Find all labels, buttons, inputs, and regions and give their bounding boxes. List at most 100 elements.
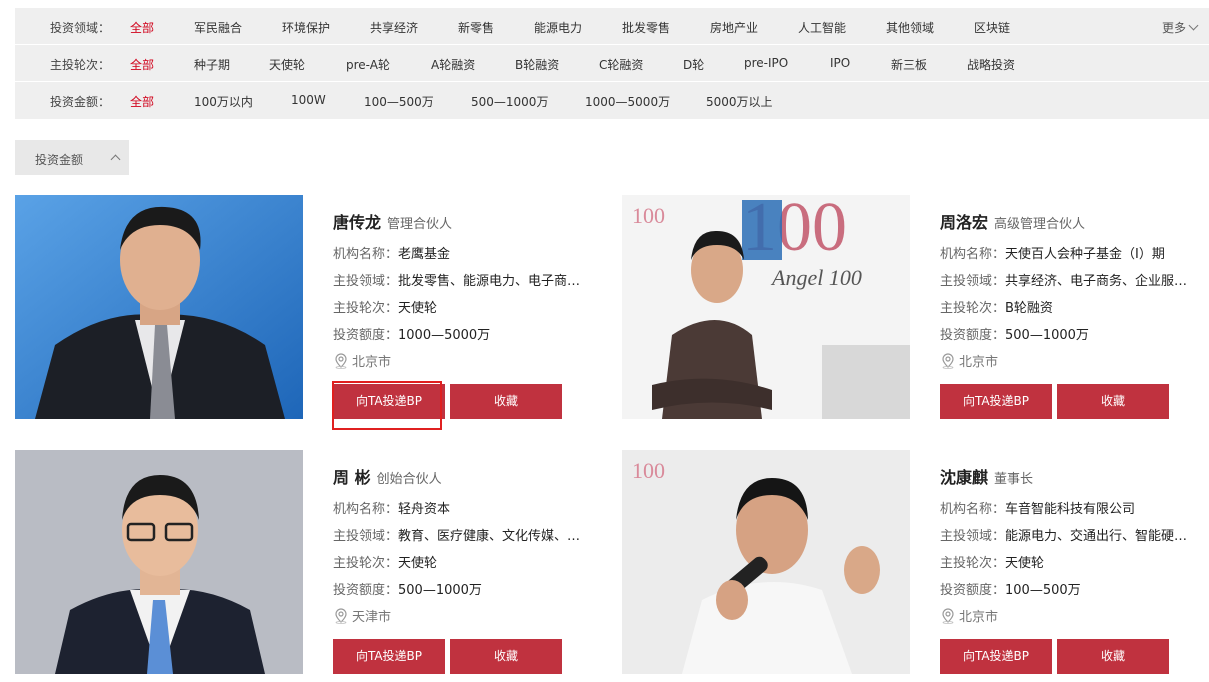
- filter-option[interactable]: 能源电力: [534, 19, 582, 36]
- investor-name[interactable]: 唐传龙: [333, 213, 381, 232]
- city: 北京市: [959, 610, 999, 625]
- favorite-button[interactable]: 收藏: [450, 384, 562, 419]
- investor-card: 100 沈康麒 董事长 机构名称：车音智能科技有限公司 主投领域：能源电力、交通出…: [622, 450, 1209, 682]
- org-label: 机构名称：: [940, 247, 1006, 262]
- send-bp-button[interactable]: 向TA投递BP: [333, 639, 445, 674]
- filter-label: 投资金额：: [50, 95, 111, 109]
- chevron-up-icon: [110, 154, 121, 165]
- filter-panel: 投资领域： 全部 军民融合 环境保护 共享经济 新零售 能源电力 批发零售 房地…: [15, 8, 1209, 119]
- filter-option[interactable]: 房地产业: [710, 19, 758, 36]
- investor-photo[interactable]: [15, 195, 303, 419]
- filter-option[interactable]: 种子期: [194, 56, 230, 73]
- filter-option[interactable]: 100—500万: [364, 93, 434, 110]
- filter-option[interactable]: 天使轮: [269, 56, 305, 73]
- filter-option[interactable]: 共享经济: [370, 19, 418, 36]
- location-pin-icon: [942, 353, 954, 369]
- investor-photo[interactable]: [15, 450, 303, 674]
- location: 北京市: [940, 351, 998, 370]
- filter-option-all[interactable]: 全部: [130, 93, 154, 110]
- investor-name[interactable]: 周 彬: [333, 468, 371, 487]
- favorite-button[interactable]: 收藏: [1057, 639, 1169, 674]
- svg-text:Angel 100: Angel 100: [770, 265, 862, 290]
- filter-option[interactable]: B轮融资: [515, 56, 559, 73]
- send-bp-button[interactable]: 向TA投递BP: [940, 384, 1052, 419]
- favorite-button[interactable]: 收藏: [1057, 384, 1169, 419]
- location-pin-icon: [335, 353, 347, 369]
- filter-option[interactable]: 1000—5000万: [585, 93, 670, 110]
- amount-value: 500—1000万: [1005, 328, 1089, 343]
- more-button[interactable]: 更多: [1161, 19, 1199, 36]
- round-label: 主投轮次：: [940, 301, 1006, 316]
- send-bp-button[interactable]: 向TA投递BP: [333, 384, 445, 419]
- filter-option-all[interactable]: 全部: [130, 56, 154, 73]
- round-value: 天使轮: [1005, 556, 1045, 571]
- filter-option[interactable]: 其他领域: [886, 19, 934, 36]
- org-label: 机构名称：: [333, 247, 399, 262]
- sort-by-amount-button[interactable]: 投资金额: [15, 140, 129, 175]
- org-label: 机构名称：: [940, 502, 1006, 517]
- more-label: 更多: [1161, 21, 1186, 35]
- filter-option[interactable]: IPO: [830, 56, 850, 70]
- domain-value: 教育、医疗健康、文化传媒、…: [398, 529, 581, 544]
- investor-name[interactable]: 沈康麒: [940, 468, 988, 487]
- org-value: 老鹰基金: [398, 247, 451, 262]
- domain-label: 主投领域：: [940, 529, 1006, 544]
- sort-label: 投资金额: [35, 153, 84, 167]
- investor-card: 唐传龙 管理合伙人 机构名称：老鹰基金 主投领域：批发零售、能源电力、电子商… 主…: [15, 195, 605, 430]
- city: 北京市: [959, 355, 999, 370]
- domain-label: 主投领域：: [940, 274, 1006, 289]
- filter-option[interactable]: 军民融合: [194, 19, 242, 36]
- filter-option[interactable]: pre-A轮: [346, 56, 390, 73]
- filter-option[interactable]: 500—1000万: [471, 93, 548, 110]
- filter-option[interactable]: 区块链: [974, 19, 1010, 36]
- amount-label: 投资额度：: [333, 583, 399, 598]
- svg-text:100: 100: [632, 458, 665, 483]
- filter-option-all[interactable]: 全部: [130, 19, 154, 36]
- filter-option[interactable]: 5000万以上: [706, 93, 773, 110]
- amount-label: 投资额度：: [940, 583, 1006, 598]
- location-pin-icon: [335, 608, 347, 624]
- filter-option[interactable]: C轮融资: [599, 56, 643, 73]
- amount-value: 1000—5000万: [398, 328, 491, 343]
- favorite-button[interactable]: 收藏: [450, 639, 562, 674]
- location: 天津市: [333, 606, 391, 625]
- round-label: 主投轮次：: [333, 301, 399, 316]
- filter-row-round: 主投轮次： 全部 种子期 天使轮 pre-A轮 A轮融资 B轮融资 C轮融资 D…: [15, 45, 1209, 82]
- round-value: 天使轮: [398, 301, 438, 316]
- investor-photo[interactable]: 100 100 Angel 100: [622, 195, 910, 419]
- filter-label: 主投轮次：: [50, 58, 111, 72]
- send-bp-button[interactable]: 向TA投递BP: [940, 639, 1052, 674]
- location: 北京市: [333, 351, 391, 370]
- round-label: 主投轮次：: [333, 556, 399, 571]
- domain-label: 主投领域：: [333, 529, 399, 544]
- filter-option[interactable]: 新三板: [891, 56, 927, 73]
- investor-card: 周 彬创始合伙人 机构名称：轻舟资本 主投领域：教育、医疗健康、文化传媒、… 主…: [15, 450, 605, 682]
- round-label: 主投轮次：: [940, 556, 1006, 571]
- filter-option[interactable]: 人工智能: [798, 19, 846, 36]
- investor-photo[interactable]: 100: [622, 450, 910, 674]
- filter-option[interactable]: A轮融资: [431, 56, 475, 73]
- domain-label: 主投领域：: [333, 274, 399, 289]
- investor-title: 创始合伙人: [376, 472, 442, 487]
- filter-row-amount: 投资金额： 全部 100万以内 100W 100—500万 500—1000万 …: [15, 82, 1209, 119]
- filter-option[interactable]: 批发零售: [622, 19, 670, 36]
- investor-title: 高级管理合伙人: [994, 217, 1086, 232]
- investor-title: 管理合伙人: [387, 217, 453, 232]
- org-value: 天使百人会种子基金（Ⅰ）期: [1005, 247, 1165, 262]
- org-value: 车音智能科技有限公司: [1005, 502, 1136, 517]
- org-label: 机构名称：: [333, 502, 399, 517]
- amount-value: 500—1000万: [398, 583, 482, 598]
- investor-name[interactable]: 周洛宏: [940, 213, 988, 232]
- filter-option[interactable]: D轮: [683, 56, 704, 73]
- filter-option[interactable]: 新零售: [458, 19, 494, 36]
- investor-title: 董事长: [994, 472, 1034, 487]
- filter-option[interactable]: 战略投资: [967, 56, 1015, 73]
- round-value: B轮融资: [1005, 301, 1053, 316]
- org-value: 轻舟资本: [398, 502, 451, 517]
- domain-value: 能源电力、交通出行、智能硬…: [1005, 529, 1188, 544]
- filter-option[interactable]: pre-IPO: [744, 56, 788, 70]
- filter-option[interactable]: 100万以内: [194, 93, 253, 110]
- filter-option[interactable]: 环境保护: [282, 19, 330, 36]
- investor-card: 100 100 Angel 100 周洛宏 高级管理合伙人 机构名称：天使百人会种…: [622, 195, 1209, 427]
- filter-option[interactable]: 100W: [291, 93, 326, 107]
